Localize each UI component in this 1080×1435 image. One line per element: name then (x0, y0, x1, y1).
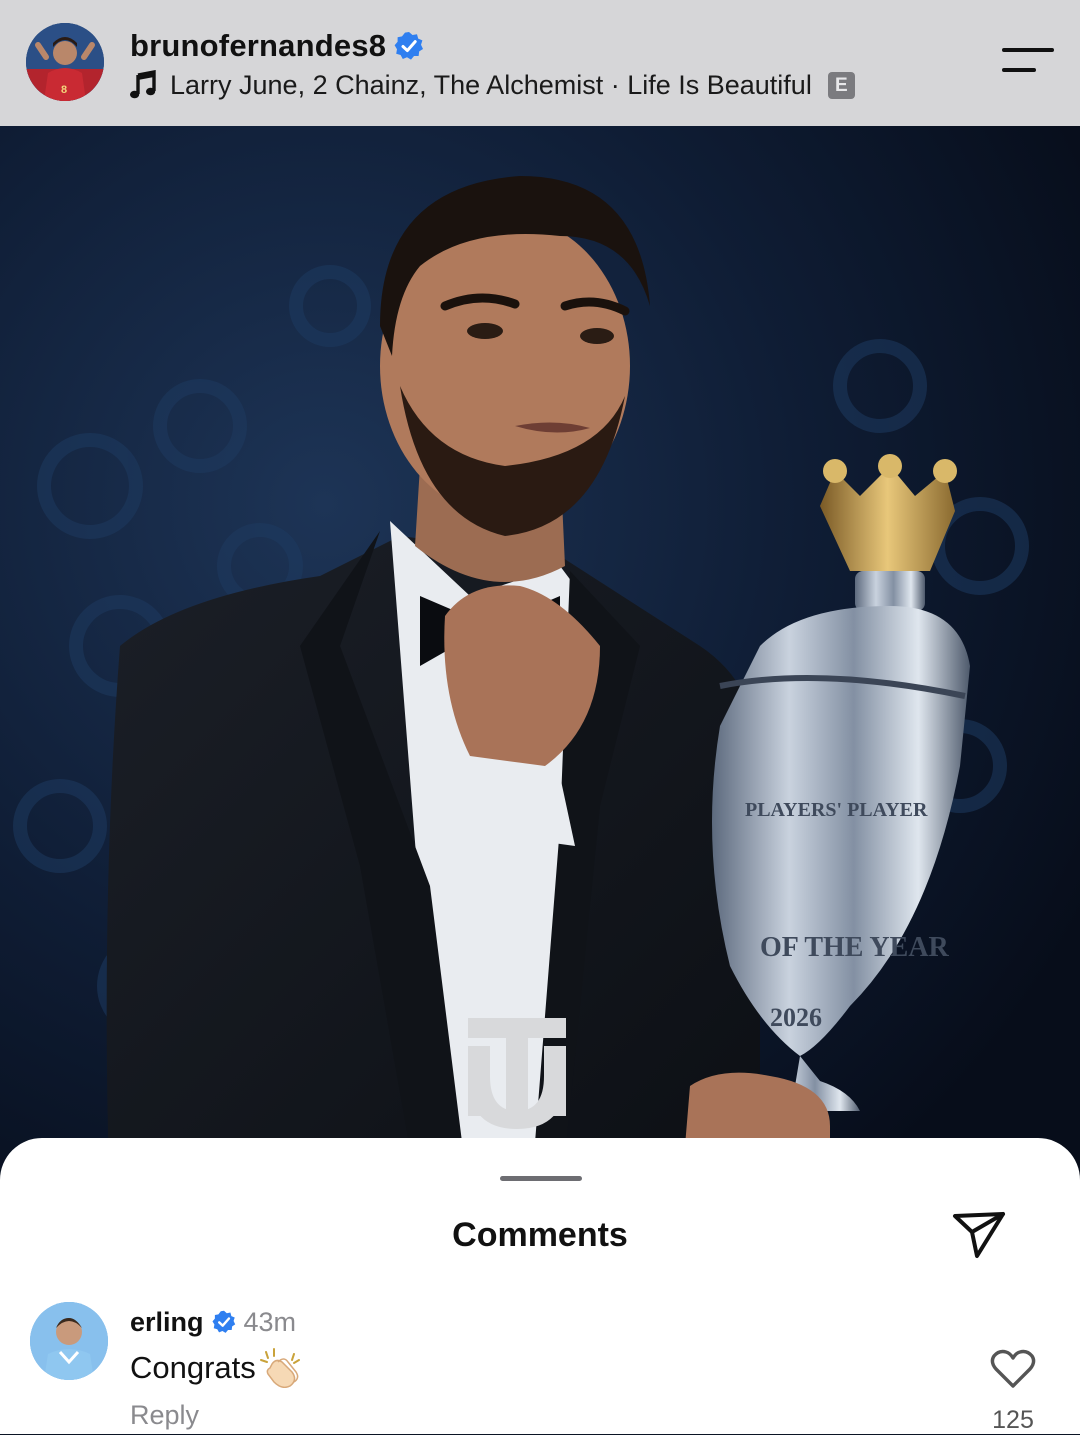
send-icon[interactable] (950, 1208, 1008, 1262)
post-photo[interactable]: OF THE YEAR 2026 PLAYERS' PLAYER (0, 126, 1080, 1206)
username-row: brunofernandes8 (130, 26, 424, 66)
reply-button[interactable]: Reply (130, 1400, 199, 1431)
heart-icon[interactable] (990, 1349, 1036, 1389)
trophy-year: 2026 (770, 1003, 822, 1032)
trophy-text-players-player: PLAYERS' PLAYER (745, 799, 928, 821)
comment-timestamp: 43m (243, 1306, 297, 1337)
sheet-grabber[interactable] (500, 1176, 582, 1181)
watermark-logo-icon (468, 1018, 566, 1129)
trophy-text-of-the-year: OF THE YEAR (760, 932, 950, 963)
comment-text: Congrats (130, 1350, 256, 1385)
like-count: 125 (992, 1406, 1034, 1434)
explicit-badge: E (827, 71, 855, 99)
comments-title: Comments (452, 1216, 628, 1254)
clapping-hands-icon (259, 1348, 300, 1388)
comment-username[interactable]: erling (130, 1307, 204, 1338)
profile-avatar[interactable]: 8 (26, 23, 104, 101)
menu-icon[interactable] (1000, 44, 1056, 80)
comment-avatar[interactable] (30, 1302, 108, 1380)
verified-badge-icon (211, 1310, 235, 1333)
post-header: 8 brunofernandes8 Larry June, 2 Chainz, … (0, 0, 1080, 126)
svg-text:8: 8 (61, 84, 67, 96)
comment-body: Congrats (130, 1348, 302, 1388)
comment-header: erling 43m (130, 1304, 296, 1340)
music-track-label: Larry June, 2 Chainz, The Alchemist · Li… (170, 69, 812, 100)
music-note-icon (130, 70, 156, 99)
profile-username[interactable]: brunofernandes8 (130, 28, 386, 64)
music-row[interactable]: Larry June, 2 Chainz, The Alchemist · Li… (130, 66, 855, 104)
verified-badge-icon (394, 32, 424, 60)
comments-sheet: Comments erling 43m Congrats Reply (0, 1138, 1080, 1434)
